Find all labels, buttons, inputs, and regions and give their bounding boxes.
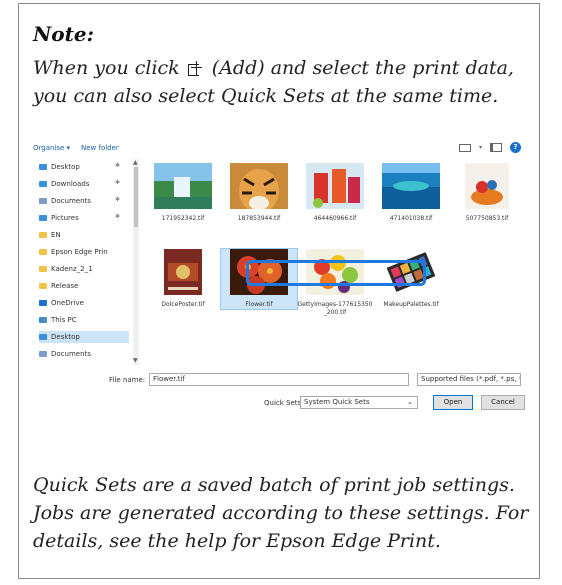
pin-icon: ✱ [115, 179, 121, 186]
preview-pane-icon[interactable] [490, 143, 502, 152]
file-thumbnail [297, 163, 373, 212]
folder-icon [39, 249, 47, 255]
nav-item-label: Downloads [51, 180, 90, 188]
nav-item-label: Desktop [51, 163, 80, 171]
nav-item-label: Kadenz_2_1 [51, 265, 93, 273]
nav-item[interactable]: Release [39, 280, 78, 292]
quick-sets-highlight [246, 260, 426, 286]
file-name: 471401038.tif [389, 215, 433, 222]
file-name: 507750853.tif [465, 215, 509, 222]
note-box: Note: When you click (Add) and select th… [18, 3, 540, 579]
file-name: 187853944.tif [237, 215, 281, 222]
scroll-down-icon[interactable]: ▼ [133, 357, 138, 364]
nav-item[interactable]: Documents [39, 348, 91, 360]
nav-item-label: Epson Edge Prin [51, 248, 108, 256]
file-item[interactable]: 171952342.tif [145, 163, 221, 223]
nav-item-label: This PC [51, 316, 77, 324]
note-title: Note: [33, 22, 94, 46]
cancel-button[interactable]: Cancel [481, 395, 525, 410]
note-footer: Quick Sets are a saved batch of print jo… [33, 474, 529, 552]
file-item[interactable]: 507750853.tif [449, 163, 525, 223]
file-type-select[interactable]: Supported files (*.pdf, *.ps, *.ep [417, 373, 521, 386]
file-name: 464460966.tif [313, 215, 357, 222]
nav-item-label: Documents [51, 350, 91, 358]
file-name: GettyImages-177615350_200.tif [297, 301, 373, 316]
nav-item-label: OneDrive [51, 299, 84, 307]
file-name: DolcePoster.tif [161, 301, 205, 308]
file-name: MakeupPalettes.tif [383, 301, 439, 308]
folder-icon [39, 283, 47, 289]
view-options-icon[interactable] [458, 143, 471, 152]
pin-icon: ✱ [115, 213, 121, 220]
open-button[interactable]: Open [433, 395, 473, 410]
quick-sets-label: Quick Sets: [264, 399, 304, 407]
file-name: 171952342.tif [161, 215, 205, 222]
folder-icon [39, 266, 47, 272]
nav-item[interactable]: Documents [39, 195, 91, 207]
nav-item-label: EN [51, 231, 61, 239]
pin-icon: ✱ [115, 162, 121, 169]
file-thumbnail [145, 249, 221, 299]
folder-icon [39, 351, 47, 357]
file-thumbnail [373, 163, 449, 212]
nav-item[interactable]: Kadenz_2_1 [39, 263, 93, 275]
file-item[interactable]: 187853944.tif [221, 163, 297, 223]
nav-item[interactable]: This PC [39, 314, 77, 326]
folder-icon [39, 232, 47, 238]
new-folder-button[interactable]: New folder [81, 144, 119, 152]
quick-sets-select[interactable]: System Quick Sets ⌄ [300, 396, 418, 409]
navigation-pane: Desktop ✱ Downloads ✱ Documents ✱ Pictures ✱ EN E… [29, 159, 133, 365]
scroll-up-icon[interactable]: ▲ [133, 159, 138, 166]
note-text: When you click (Add) and select the prin… [33, 54, 533, 110]
nav-item-label: Documents [51, 197, 91, 205]
note-line2: you can also select Quick Sets at the sa… [33, 85, 499, 107]
folder-icon [39, 317, 47, 323]
file-name-input[interactable]: Flower.tif [149, 373, 409, 386]
nav-scroll-thumb[interactable] [134, 167, 138, 227]
pin-icon: ✱ [115, 196, 121, 203]
folder-icon [39, 300, 47, 306]
chevron-down-icon: ⌄ [407, 398, 413, 406]
note-line1-end: (Add) and select the print data, [211, 57, 514, 79]
file-item[interactable]: 471401038.tif [373, 163, 449, 223]
folder-icon [39, 215, 47, 221]
folder-icon [39, 198, 47, 204]
chevron-down-icon[interactable]: ▾ [479, 144, 482, 151]
nav-scrollbar[interactable]: ▲ ▼ [133, 159, 139, 365]
dialog-bottom-bar: File name: Flower.tif Supported files (*… [29, 373, 529, 419]
nav-item-label: Desktop [51, 333, 80, 341]
dialog-toolbar: Organise ▾ New folder ▾ ? [29, 137, 529, 157]
nav-item[interactable]: Downloads [39, 178, 89, 190]
file-name-label: File name: [109, 376, 146, 384]
nav-item[interactable]: Epson Edge Prin [39, 246, 108, 258]
nav-item[interactable]: Desktop [39, 161, 80, 173]
organise-menu-button[interactable]: Organise ▾ [33, 144, 70, 152]
file-item[interactable]: 464460966.tif [297, 163, 373, 223]
quick-sets-value: System Quick Sets [304, 398, 370, 406]
file-thumbnail [145, 163, 221, 212]
file-item[interactable]: DolcePoster.tif [145, 249, 221, 309]
file-type-value: Supported files (*.pdf, *.ps, *.ep [421, 375, 520, 383]
nav-item-label: Pictures [51, 214, 79, 222]
nav-item[interactable]: Desktop [39, 331, 129, 343]
help-icon[interactable]: ? [510, 142, 521, 153]
folder-icon [39, 334, 47, 340]
nav-item[interactable]: Pictures [39, 212, 79, 224]
file-thumbnail [449, 163, 525, 215]
nav-item[interactable]: OneDrive [39, 297, 84, 309]
note-line1-start: When you click [33, 57, 180, 79]
folder-icon [39, 164, 47, 170]
add-icon [187, 61, 204, 76]
nav-item[interactable]: EN [39, 229, 61, 241]
folder-icon [39, 181, 47, 187]
file-name: Flower.tif [245, 301, 273, 308]
file-thumbnail [221, 163, 297, 219]
nav-item-label: Release [51, 282, 79, 290]
